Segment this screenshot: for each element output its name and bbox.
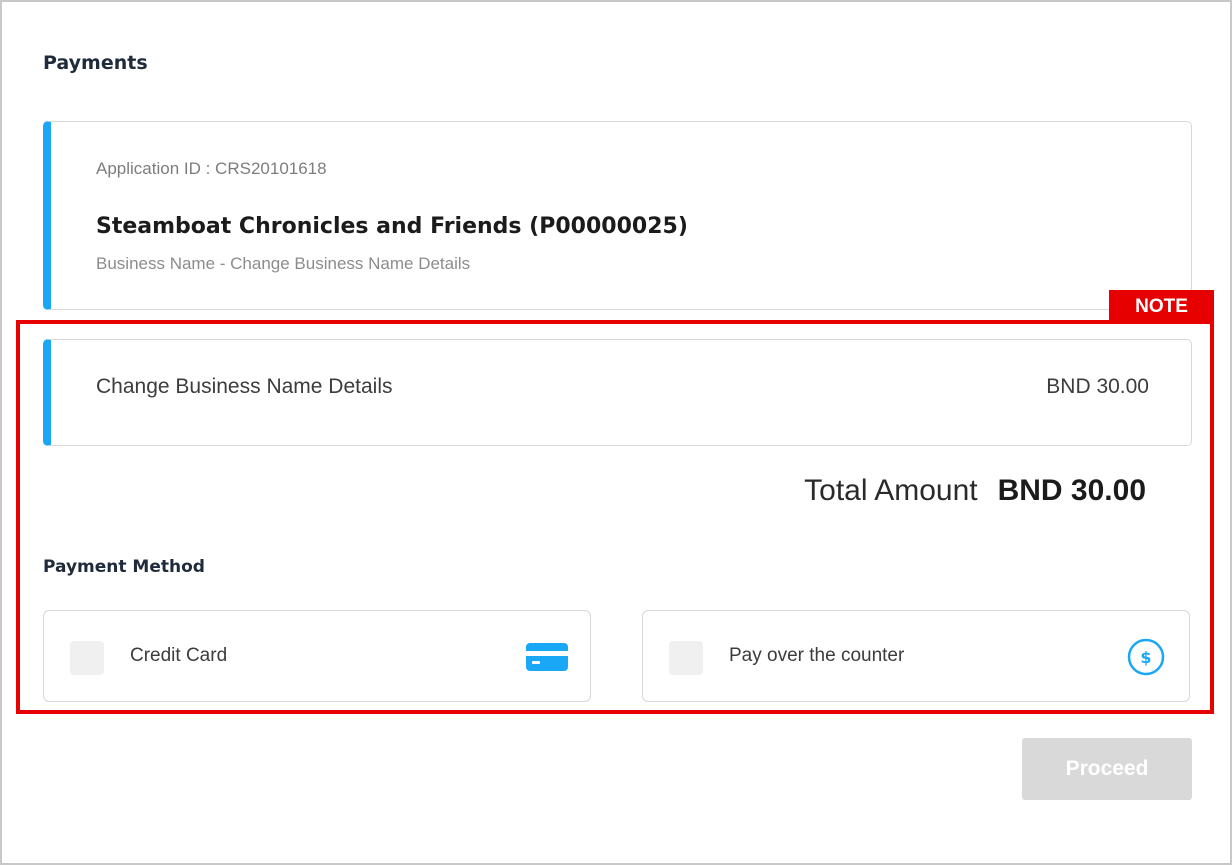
business-name: Steamboat Chronicles and Friends (P00000… (96, 214, 688, 239)
page-title: Payments (43, 52, 148, 74)
application-id: Application ID : CRS20101618 (96, 159, 327, 178)
note-tag: NOTE (1109, 290, 1214, 323)
proceed-button[interactable]: Proceed (1022, 738, 1192, 800)
application-description: Business Name - Change Business Name Det… (96, 254, 471, 273)
application-card: Application ID : CRS20101618 Steamboat C… (43, 121, 1192, 310)
note-highlight-box (16, 320, 1214, 714)
